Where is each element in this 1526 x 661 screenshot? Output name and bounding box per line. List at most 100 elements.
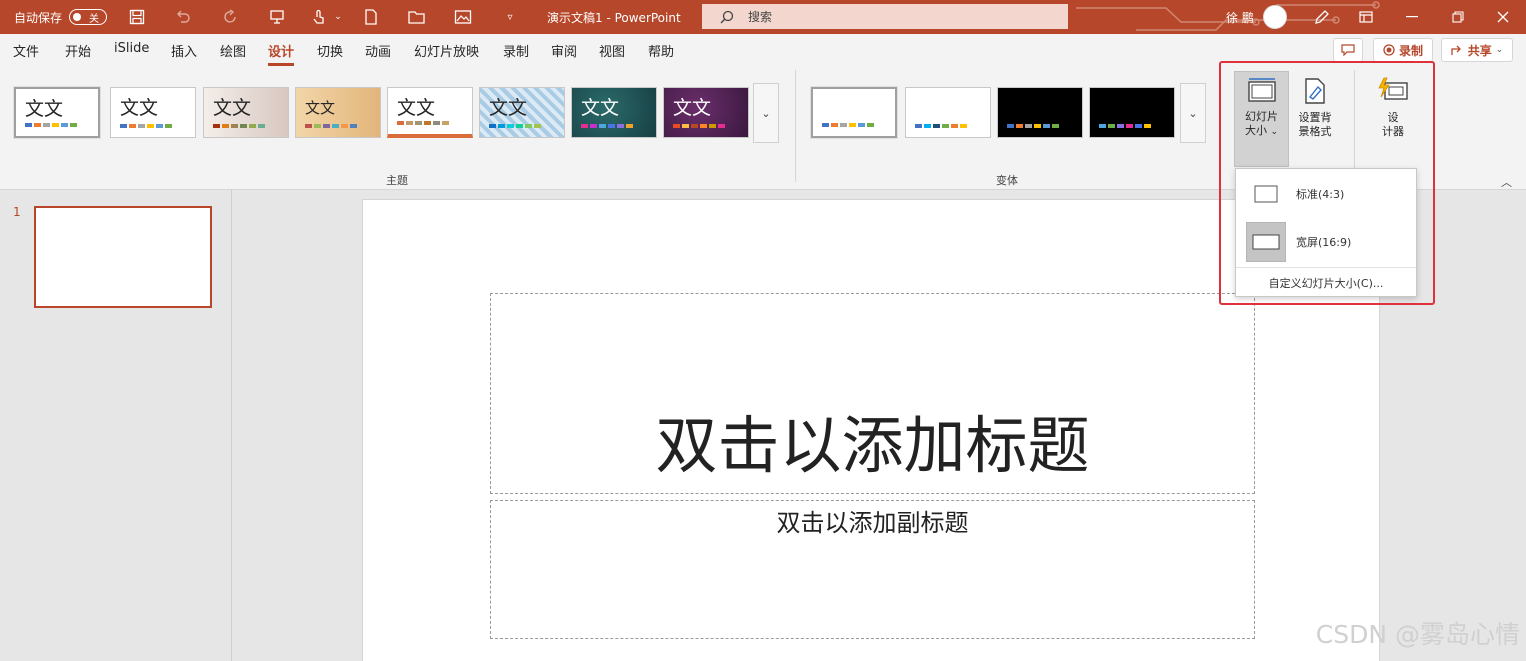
standard-ratio-icon	[1236, 185, 1296, 203]
theme-thumbnail[interactable]: 文文	[571, 87, 657, 138]
theme-thumbnail-text: 文文	[489, 97, 528, 119]
menu-item-standard[interactable]: 标准(4:3)	[1236, 177, 1416, 211]
open-folder-icon[interactable]	[406, 0, 428, 34]
menu-item-custom-size-label: 自定义幻灯片大小(C)...	[1268, 276, 1384, 290]
tab-slideshow[interactable]: 幻灯片放映	[414, 41, 479, 60]
theme-thumbnail[interactable]: 文文	[295, 87, 381, 138]
search-placeholder: 搜索	[748, 10, 773, 24]
slide-thumbnails-pane: 1	[0, 190, 232, 661]
menu-item-standard-label: 标准(4:3)	[1296, 188, 1345, 201]
tab-record[interactable]: 录制	[503, 41, 529, 60]
touch-mode-icon[interactable]	[308, 0, 330, 34]
themes-more-chevron-icon[interactable]: ⌄	[753, 83, 779, 143]
designer-icon	[1378, 77, 1408, 100]
new-file-icon[interactable]	[360, 0, 382, 34]
slide-size-label-line2: 大小	[1244, 124, 1267, 137]
designer-button[interactable]: 设 计器	[1370, 71, 1416, 167]
tab-transitions[interactable]: 切换	[317, 41, 343, 60]
theme-thumbnail[interactable]: 文文	[387, 87, 473, 138]
ribbon-display-icon[interactable]	[1343, 0, 1389, 34]
ribbon-tabs: 文件 开始 iSlide 插入 绘图 设计 切换 动画 幻灯片放映 录制 审阅 …	[0, 34, 1526, 66]
theme-thumbnail[interactable]: 文文	[663, 87, 749, 138]
share-icon	[1451, 45, 1461, 55]
tab-design[interactable]: 设计	[268, 41, 295, 66]
search-icon	[720, 10, 734, 23]
title-placeholder[interactable]: 双击以添加标题	[490, 293, 1255, 494]
search-box[interactable]: 搜索	[702, 4, 1068, 29]
record-button[interactable]: 录制	[1373, 38, 1433, 62]
slide-size-chevron-icon: ⌄	[1270, 127, 1279, 137]
slide-canvas: 双击以添加标题 双击以添加副标题	[362, 199, 1380, 661]
record-dot-icon	[1383, 44, 1395, 56]
tab-view[interactable]: 视图	[599, 41, 625, 60]
customize-qat-icon[interactable]: ▿	[503, 0, 517, 34]
subtitle-placeholder[interactable]: 双击以添加副标题	[490, 500, 1255, 639]
variant-thumbnail[interactable]	[997, 87, 1083, 138]
pen-icon[interactable]	[1311, 0, 1333, 34]
format-background-label-line2: 景格式	[1298, 125, 1332, 138]
theme-thumbnail-text: 文文	[120, 97, 159, 119]
avatar[interactable]	[1263, 5, 1287, 29]
document-title: 演示文稿1 - PowerPoint	[547, 10, 681, 25]
theme-thumbnail[interactable]: 文文	[479, 87, 565, 138]
format-background-label-line1: 设置背	[1298, 111, 1332, 124]
group-divider	[1354, 70, 1355, 182]
touch-mode-chevron-icon[interactable]: ⌄	[332, 0, 344, 34]
tab-animations[interactable]: 动画	[365, 41, 391, 60]
comment-icon	[1341, 44, 1355, 56]
collapse-ribbon-icon[interactable]: ︿	[1501, 174, 1512, 190]
variant-thumbnail[interactable]	[1089, 87, 1175, 138]
tab-review[interactable]: 审阅	[551, 41, 577, 60]
user-name[interactable]: 徐 鹏	[1226, 0, 1254, 34]
redo-icon[interactable]	[220, 0, 242, 34]
menu-item-widescreen[interactable]: 宽屏(16:9)	[1236, 221, 1416, 263]
save-icon[interactable]	[126, 0, 148, 34]
theme-thumbnail-text: 文文	[673, 97, 712, 119]
variant-thumbnail[interactable]	[905, 87, 991, 138]
variant-thumbnail[interactable]	[810, 86, 898, 139]
share-label: 共享	[1467, 43, 1492, 58]
share-chevron-icon: ⌄	[1495, 45, 1504, 55]
record-label: 录制	[1398, 43, 1423, 58]
share-button[interactable]: 共享 ⌄	[1441, 38, 1513, 62]
undo-icon[interactable]	[172, 0, 194, 34]
comments-button[interactable]	[1333, 38, 1363, 62]
tab-file[interactable]: 文件	[13, 41, 39, 60]
theme-thumbnail-text: 文文	[305, 99, 336, 117]
slide-number: 1	[13, 205, 21, 219]
themes-group-label: 主题	[386, 174, 408, 187]
tab-insert[interactable]: 插入	[171, 41, 197, 60]
tab-islide[interactable]: iSlide	[114, 41, 149, 56]
designer-label-line1: 设	[1387, 111, 1399, 124]
watermark: CSDN @雾岛心情	[1315, 620, 1520, 649]
widescreen-ratio-icon	[1236, 222, 1296, 262]
minimize-icon[interactable]	[1389, 0, 1435, 34]
theme-thumbnail[interactable]: 文文	[203, 87, 289, 138]
theme-thumbnail-text: 文文	[25, 98, 64, 120]
title-placeholder-text: 双击以添加标题	[655, 409, 1090, 482]
menu-item-widescreen-label: 宽屏(16:9)	[1296, 236, 1352, 249]
slide-size-icon	[1247, 78, 1276, 102]
theme-thumbnail-text: 文文	[581, 97, 620, 119]
menu-item-custom-size[interactable]: 自定义幻灯片大小(C)...	[1236, 267, 1416, 297]
present-icon[interactable]	[266, 0, 288, 34]
tab-help[interactable]: 帮助	[648, 41, 674, 60]
group-divider	[795, 70, 796, 182]
format-background-icon	[1305, 78, 1325, 104]
slide-size-menu: 标准(4:3) 宽屏(16:9) 自定义幻灯片大小(C)...	[1235, 168, 1417, 297]
subtitle-placeholder-text: 双击以添加副标题	[776, 509, 969, 537]
theme-thumbnail-text: 文文	[213, 97, 252, 119]
theme-thumbnail[interactable]: 文文	[110, 87, 196, 138]
tab-home[interactable]: 开始	[65, 41, 91, 60]
slide-size-button[interactable]: 幻灯片 大小 ⌄	[1234, 71, 1289, 167]
autosave-toggle[interactable]: 关	[69, 9, 107, 25]
picture-icon[interactable]	[452, 0, 474, 34]
title-bar: 自动保存 关 ⌄ ▿ 演示文稿1 - PowerPoint 搜索 徐 鹏	[0, 0, 1526, 34]
theme-thumbnail[interactable]: 文文	[13, 86, 101, 139]
restore-icon[interactable]	[1435, 0, 1481, 34]
format-background-button[interactable]: 设置背 景格式	[1292, 71, 1338, 167]
close-icon[interactable]	[1480, 0, 1526, 34]
slide-thumbnail[interactable]	[34, 206, 212, 308]
tab-draw[interactable]: 绘图	[220, 41, 246, 60]
variants-more-chevron-icon[interactable]: ⌄	[1180, 83, 1206, 143]
